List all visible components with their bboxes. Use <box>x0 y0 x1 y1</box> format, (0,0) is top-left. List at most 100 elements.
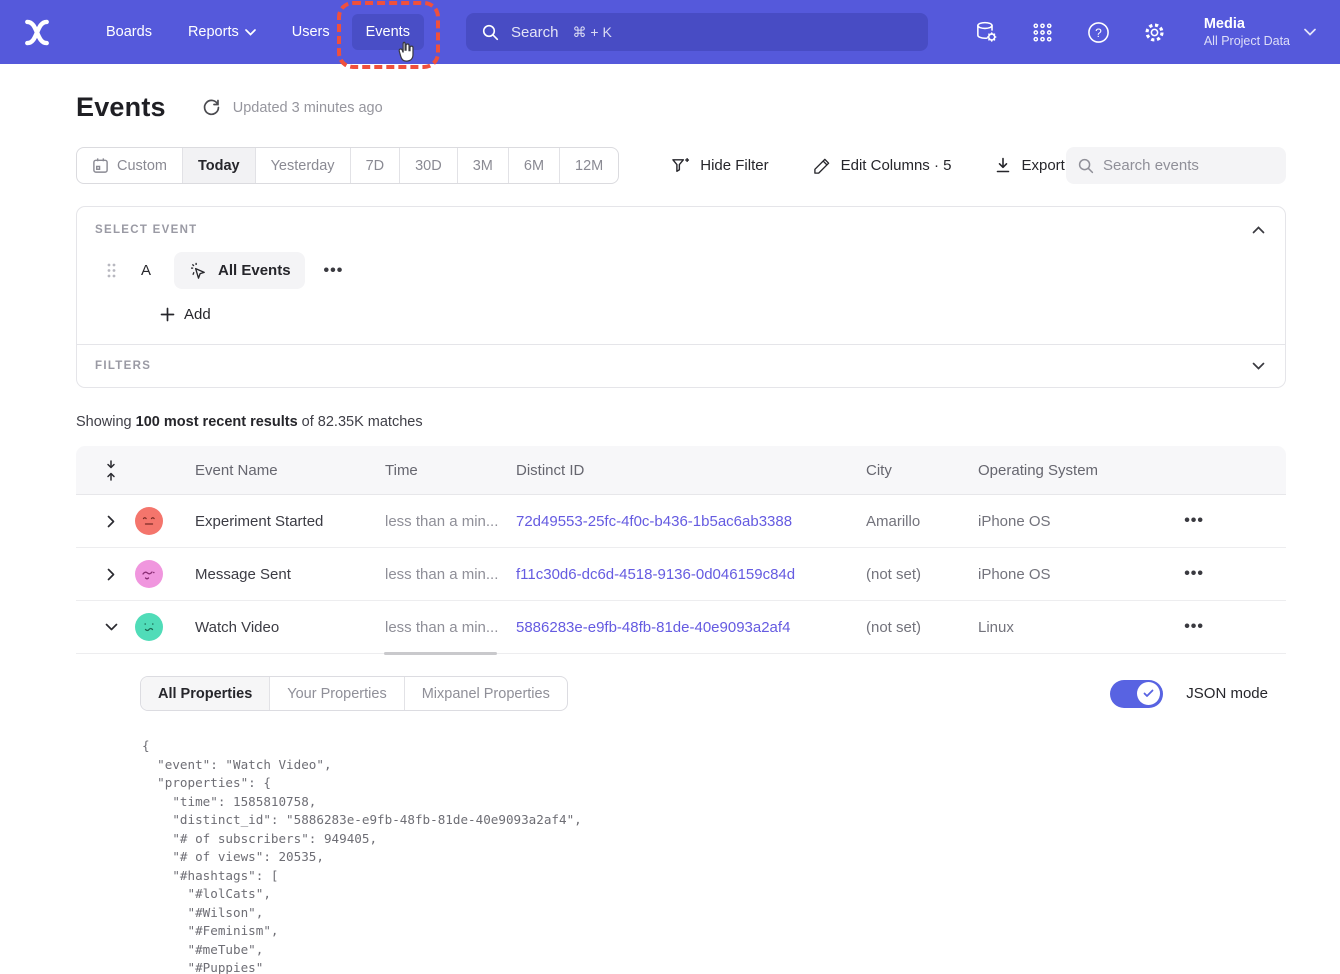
data-management-icon[interactable] <box>974 19 1000 45</box>
event-query-row: A All Events ••• <box>95 252 1267 289</box>
horizontal-scrollbar-thumb[interactable] <box>384 652 497 655</box>
cell-event-name: Message Sent <box>195 566 385 583</box>
event-row-letter: A <box>141 262 151 279</box>
collapse-row-button[interactable] <box>104 623 118 631</box>
project-scope: All Project Data <box>1204 33 1290 49</box>
query-builder-card: SELECT EVENT A <box>76 206 1286 388</box>
expand-row-button[interactable] <box>104 568 118 581</box>
drag-handle[interactable] <box>107 263 116 278</box>
nav-right-icons: ? Media All Project Data <box>974 15 1316 49</box>
collapse-all-rows-button[interactable] <box>104 460 118 481</box>
table-row[interactable]: Message Sent less than a min... f11c30d6… <box>76 548 1286 601</box>
filters-label: FILTERS <box>95 360 151 372</box>
project-switcher[interactable]: Media All Project Data <box>1204 15 1316 49</box>
download-icon <box>995 157 1011 174</box>
distinct-id-link[interactable]: 72d49553-25fc-4f0c-b436-1b5ac6ab3388 <box>516 513 792 530</box>
row-options-button[interactable]: ••• <box>1184 565 1204 583</box>
hand-cursor-icon <box>394 40 419 67</box>
mixpanel-logo-icon <box>22 19 52 46</box>
filters-section: FILTERS <box>77 345 1285 387</box>
apps-grid-icon[interactable] <box>1030 19 1056 45</box>
search-events-input[interactable] <box>1103 157 1263 174</box>
table-header: Event Name Time Distinct ID City Operati… <box>76 446 1286 495</box>
cell-event-name: Watch Video <box>195 619 385 636</box>
nav-item-users[interactable]: Users <box>278 14 344 50</box>
nav-item-boards[interactable]: Boards <box>92 14 166 50</box>
mixpanel-logo[interactable] <box>22 19 52 46</box>
selected-event-name: All Events <box>218 262 291 279</box>
plus-icon <box>160 307 175 322</box>
cell-city: (not set) <box>866 566 978 583</box>
filter-funnel-icon <box>671 157 690 175</box>
cell-time: less than a min... <box>385 513 516 530</box>
settings-gear-icon[interactable] <box>1142 19 1168 45</box>
nav-item-reports[interactable]: Reports <box>174 14 270 50</box>
tab-your-properties[interactable]: Your Properties <box>269 677 403 710</box>
column-header-time: Time <box>385 462 516 479</box>
results-count: 100 most recent results <box>136 414 298 430</box>
table-row-expanded[interactable]: Watch Video less than a min... 5886283e-… <box>76 601 1286 654</box>
cell-os: Linux <box>978 619 1138 636</box>
event-avatar <box>135 613 163 641</box>
event-detail-panel: All Properties Your Properties Mixpanel … <box>76 654 1286 974</box>
select-event-section: SELECT EVENT A <box>77 207 1285 344</box>
date-range-yesterday[interactable]: Yesterday <box>255 148 350 183</box>
row-options-button[interactable]: ••• <box>1184 618 1204 636</box>
date-range-control: Custom Today Yesterday 7D 30D 3M 6M 12M <box>76 147 619 184</box>
export-button[interactable]: Export <box>995 157 1064 174</box>
date-range-30d[interactable]: 30D <box>399 148 457 183</box>
export-label: Export <box>1021 157 1064 174</box>
distinct-id-link[interactable]: f11c30d6-dc6d-4518-9136-0d046159c84d <box>516 566 795 583</box>
date-range-12m[interactable]: 12M <box>559 148 618 183</box>
event-selector-pill[interactable]: All Events <box>174 252 305 289</box>
add-event-button[interactable]: Add <box>160 306 211 323</box>
edit-columns-button[interactable]: Edit Columns · 5 <box>813 157 952 175</box>
svg-text:?: ? <box>1096 25 1103 39</box>
events-nav-annotation-wrap: Events <box>352 14 424 50</box>
help-icon[interactable]: ? <box>1086 19 1112 45</box>
cell-time: less than a min... <box>385 566 516 583</box>
global-search-shortcut: ⌘ + K <box>572 24 611 41</box>
toggle-knob <box>1137 682 1160 705</box>
event-avatar <box>135 507 163 535</box>
date-range-3m[interactable]: 3M <box>457 148 508 183</box>
events-table: Event Name Time Distinct ID City Operati… <box>76 446 1286 974</box>
hide-filter-button[interactable]: Hide Filter <box>671 157 768 175</box>
date-range-today[interactable]: Today <box>182 148 255 183</box>
results-suffix: of 82.35K matches <box>298 414 423 430</box>
nav-item-reports-label: Reports <box>188 24 239 40</box>
cell-event-name: Experiment Started <box>195 513 385 530</box>
date-range-6m[interactable]: 6M <box>508 148 559 183</box>
date-range-7d[interactable]: 7D <box>350 148 400 183</box>
chevron-down-icon <box>1304 28 1316 36</box>
add-event-label: Add <box>184 306 211 323</box>
column-header-os: Operating System <box>978 462 1138 479</box>
column-header-distinct-id: Distinct ID <box>516 462 866 479</box>
event-json-view: { "event": "Watch Video", "properties": … <box>142 737 1268 974</box>
event-options-button[interactable]: ••• <box>324 262 344 280</box>
cell-city: (not set) <box>866 619 978 636</box>
collapse-section-button[interactable] <box>1250 224 1267 236</box>
table-row[interactable]: Experiment Started less than a min... 72… <box>76 495 1286 548</box>
expand-filters-button[interactable] <box>1250 360 1267 372</box>
toolbar-buttons: Hide Filter Edit Columns · 5 Export <box>671 157 1065 175</box>
row-options-button[interactable]: ••• <box>1184 512 1204 530</box>
results-prefix: Showing <box>76 414 136 430</box>
refresh-button[interactable] <box>202 98 221 117</box>
global-search[interactable]: Search ⌘ + K <box>466 13 928 51</box>
properties-tabs: All Properties Your Properties Mixpanel … <box>140 676 568 711</box>
cell-os: iPhone OS <box>978 566 1138 583</box>
search-icon <box>482 24 499 41</box>
tab-mixpanel-properties[interactable]: Mixpanel Properties <box>404 677 567 710</box>
distinct-id-link[interactable]: 5886283e-e9fb-48fb-81de-40e9093a2af4 <box>516 619 790 636</box>
json-mode-toggle[interactable] <box>1110 680 1163 708</box>
tab-all-properties[interactable]: All Properties <box>141 677 269 710</box>
results-summary: Showing 100 most recent results of 82.35… <box>76 414 1286 430</box>
expand-row-button[interactable] <box>104 515 118 528</box>
column-header-event-name: Event Name <box>195 462 385 479</box>
top-nav: Boards Reports Users Events Search ⌘ + K <box>0 0 1340 64</box>
nav-items: Boards Reports Users Events <box>92 14 424 50</box>
date-range-custom[interactable]: Custom <box>77 148 182 183</box>
project-info: Media All Project Data <box>1204 15 1290 49</box>
project-name: Media <box>1204 15 1290 33</box>
